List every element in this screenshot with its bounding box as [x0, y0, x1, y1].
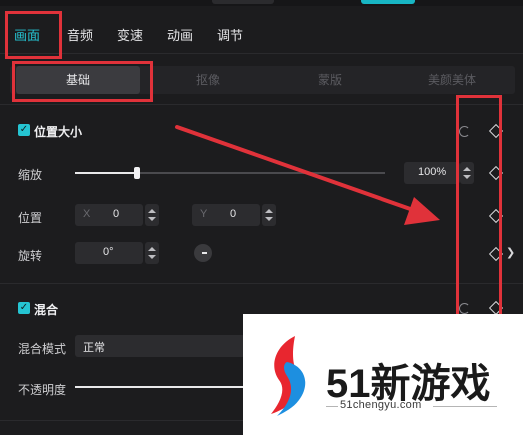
- watermark-overlay: 51新游戏 51chengyu.com: [243, 314, 523, 435]
- watermark-url: 51chengyu.com: [340, 399, 422, 411]
- watermark-line-right: [433, 406, 497, 407]
- watermark-logo: [271, 336, 306, 416]
- watermark-line-left: [326, 406, 338, 407]
